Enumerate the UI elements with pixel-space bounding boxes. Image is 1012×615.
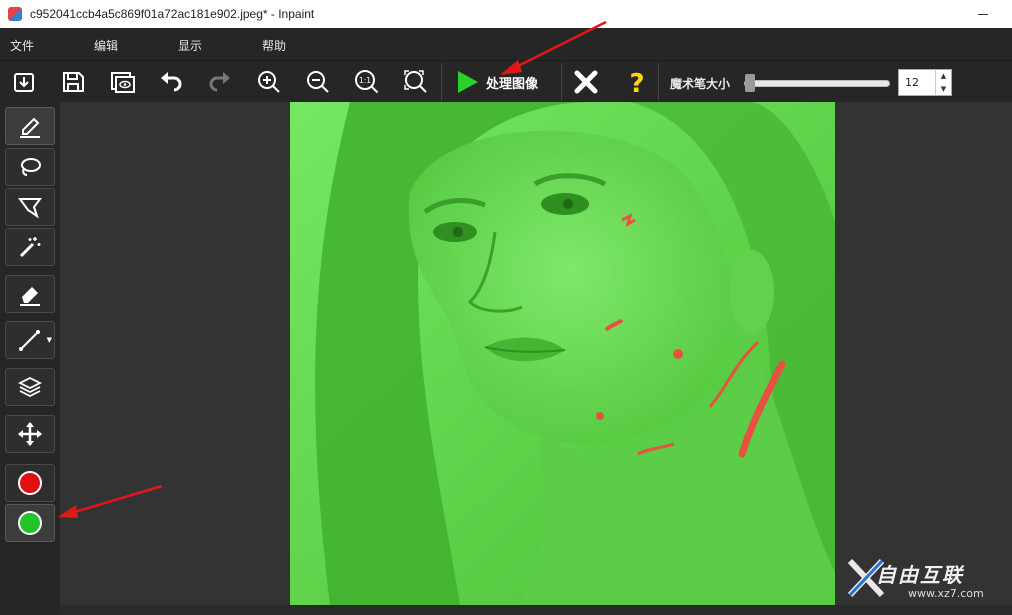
chevron-down-icon[interactable]: ▼ (941, 85, 946, 93)
lasso-tool-button[interactable] (5, 148, 55, 186)
cancel-button[interactable] (569, 65, 603, 99)
undo-icon (161, 72, 182, 92)
window-title: c952041ccb4a5c869f01a72ac181e902.jpeg* -… (30, 7, 315, 21)
process-image-label: 处理图像 (486, 76, 539, 92)
magic-wand-icon (19, 237, 41, 258)
brush-size-label: 魔术笔大小 (670, 77, 731, 91)
help-button[interactable]: ? (620, 65, 654, 99)
toolbar-divider (441, 63, 442, 101)
save-button[interactable] (56, 65, 90, 99)
toolbar: 1:1 处理图像 ? 魔术笔大小 12 ▲ ▼ (0, 60, 1012, 102)
play-icon (458, 71, 478, 93)
line-tool-button[interactable]: ▼ (5, 321, 55, 359)
zoom-in-icon (258, 71, 280, 93)
svg-text:1:1: 1:1 (359, 76, 371, 85)
zoom-actual-size-icon: 1:1 (355, 70, 379, 94)
eraser-tool-button[interactable] (5, 275, 55, 313)
menu-view[interactable]: 显示 (178, 37, 202, 54)
minimize-icon (978, 13, 988, 15)
zoom-in-button[interactable] (252, 65, 286, 99)
menu-edit[interactable]: 编辑 (94, 37, 118, 54)
dropdown-arrow-icon[interactable]: ▼ (47, 336, 52, 344)
redo-button[interactable] (203, 65, 237, 99)
preview-button[interactable] (105, 65, 139, 99)
polygon-lasso-tool-button[interactable] (5, 188, 55, 226)
brush-size-stepper[interactable]: ▲ ▼ (935, 70, 951, 95)
undo-button[interactable] (154, 65, 188, 99)
preview-icon (111, 72, 135, 93)
brush-size-slider-thumb[interactable] (744, 74, 755, 92)
open-file-icon (14, 73, 34, 92)
green-color-swatch (18, 511, 42, 535)
magic-wand-tool-button[interactable] (5, 228, 55, 266)
portrait-image (290, 102, 835, 605)
lasso-icon (21, 158, 41, 176)
zoom-out-button[interactable] (301, 65, 335, 99)
layers-tool-button[interactable] (5, 368, 55, 406)
menu-file[interactable]: 文件 (10, 37, 34, 54)
brush-size-value: 12 (905, 76, 919, 89)
toolbar-divider (658, 63, 659, 101)
watermark-url: www.xz7.com (908, 587, 984, 600)
green-color-button[interactable] (5, 504, 55, 542)
zoom-fit-icon (404, 70, 427, 93)
polygon-lasso-icon (18, 198, 42, 219)
toolbar-divider (561, 63, 562, 101)
red-color-swatch (18, 471, 42, 495)
marker-icon (20, 117, 40, 138)
menu-bar: 文件 编辑 显示 帮助 (0, 28, 1012, 60)
brush-size-input[interactable]: 12 ▲ ▼ (898, 69, 952, 96)
line-icon (19, 330, 40, 351)
layers-icon (17, 376, 43, 398)
fit-window-button[interactable] (399, 65, 433, 99)
watermark-brand: 自由互联 (876, 563, 964, 587)
photo-canvas[interactable] (290, 102, 835, 605)
redo-icon (209, 72, 230, 92)
watermark-logo: 自由互联 www.xz7.com (846, 555, 1006, 609)
marker-tool-button[interactable] (5, 107, 55, 145)
menu-help[interactable]: 帮助 (262, 37, 286, 54)
open-button[interactable] (7, 65, 41, 99)
move-icon (18, 422, 42, 446)
zoom-out-icon (307, 71, 329, 93)
process-image-button[interactable]: 处理图像 (446, 65, 558, 99)
tool-panel: ▼ (0, 102, 60, 615)
chevron-up-icon[interactable]: ▲ (941, 72, 946, 80)
red-color-button[interactable] (5, 464, 55, 502)
brush-size-slider[interactable] (744, 80, 890, 87)
save-icon (63, 72, 84, 92)
move-tool-button[interactable] (5, 415, 55, 453)
actual-size-button[interactable]: 1:1 (350, 65, 384, 99)
minimize-button[interactable] (972, 4, 994, 24)
svg-text:?: ? (629, 69, 644, 96)
close-icon (574, 70, 598, 94)
eraser-icon (20, 287, 40, 306)
title-bar: c952041ccb4a5c869f01a72ac181e902.jpeg* -… (0, 0, 1012, 28)
question-icon: ? (629, 69, 644, 96)
app-icon (8, 7, 22, 21)
